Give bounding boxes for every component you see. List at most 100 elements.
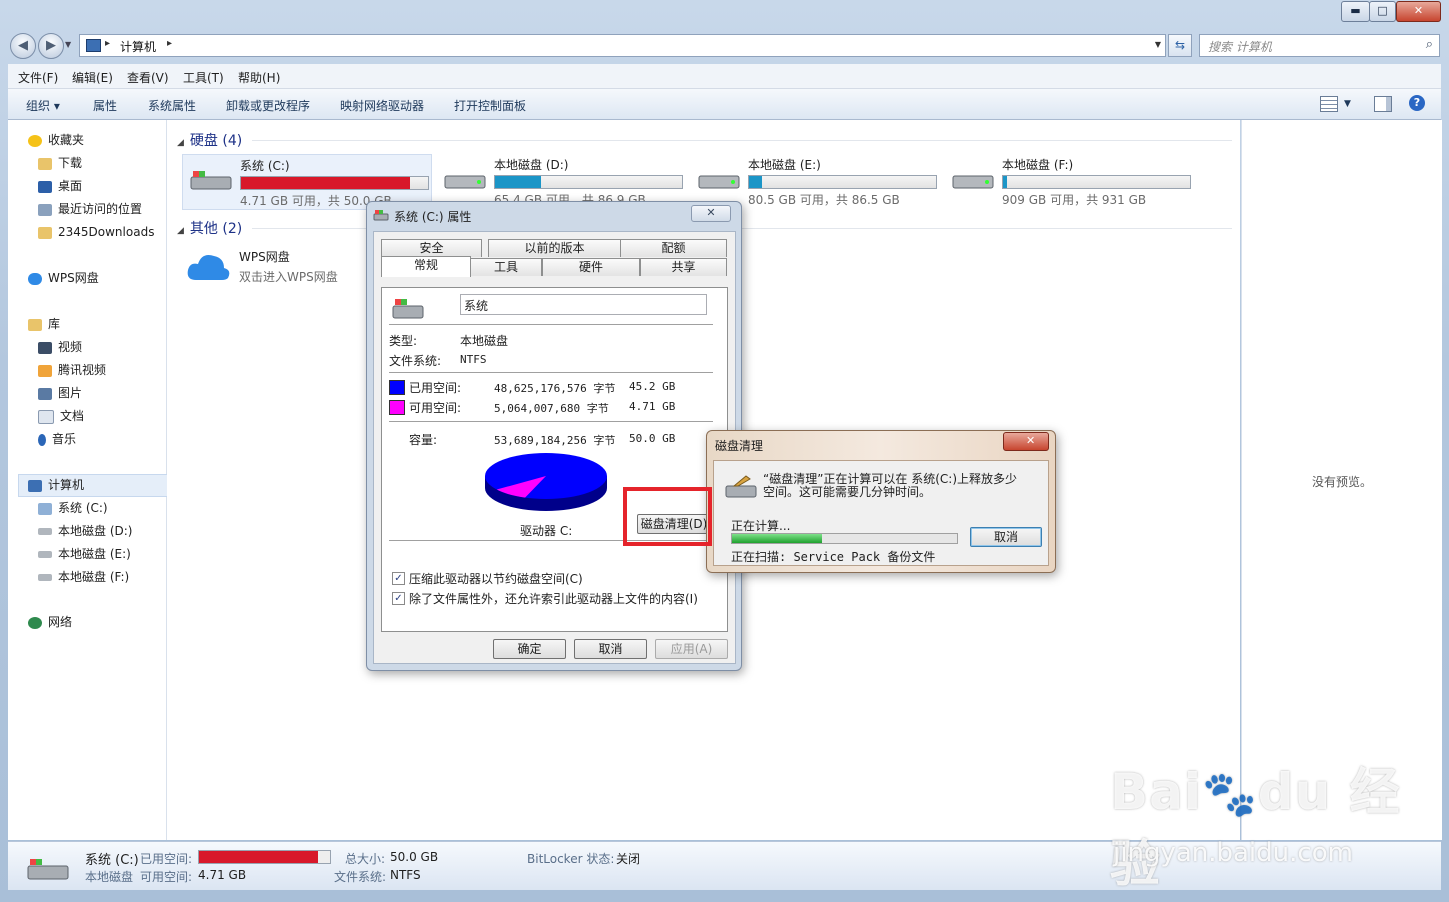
- help-icon[interactable]: ?: [1409, 95, 1425, 111]
- hard-drive-icon: [698, 175, 740, 189]
- details-fs-label: 文件系统:: [334, 870, 387, 884]
- group-divider: [252, 140, 1232, 141]
- view-dropdown-icon[interactable]: ▼: [1344, 99, 1351, 109]
- ok-button[interactable]: 确定: [493, 639, 566, 659]
- nav-drive-d[interactable]: 本地磁盘 (D:): [38, 521, 132, 541]
- search-icon[interactable]: ⌕: [1426, 37, 1433, 52]
- nav-2345downloads[interactable]: 2345Downloads: [38, 222, 154, 242]
- group-header-hdd[interactable]: ◢ 硬盘 (4): [177, 130, 242, 150]
- free-bytes: 5,064,007,680 字节: [494, 402, 609, 415]
- nav-recent-places[interactable]: 最近访问的位置: [38, 199, 142, 219]
- open-control-panel-button[interactable]: 打开控制面板: [454, 97, 526, 114]
- nav-videos[interactable]: 视频: [38, 337, 82, 357]
- tab-security[interactable]: 安全: [381, 239, 482, 257]
- properties-dialog: 系统 (C:) 属性 ✕ 安全 以前的版本 配额 常规 工具 硬件 共享 系统 …: [366, 201, 742, 671]
- details-used-label: 已用空间:: [140, 852, 193, 866]
- nav-downloads[interactable]: 下载: [38, 153, 82, 173]
- breadcrumb[interactable]: 计算机: [120, 38, 156, 55]
- tab-quota[interactable]: 配额: [620, 239, 727, 257]
- maximize-button[interactable]: □: [1369, 1, 1396, 22]
- cleanup-close-button[interactable]: ✕: [1003, 432, 1049, 451]
- nav-favorites[interactable]: 收藏夹: [28, 130, 84, 150]
- nav-tencent-video[interactable]: 腾讯视频: [38, 360, 106, 380]
- cancel-button[interactable]: 取消: [574, 639, 647, 659]
- cleanup-progress-bar: [731, 533, 958, 544]
- cleanup-cancel-button[interactable]: 取消: [970, 527, 1042, 547]
- back-button[interactable]: ◀: [10, 33, 36, 59]
- map-network-drive-button[interactable]: 映射网络驱动器: [340, 97, 424, 114]
- refresh-button[interactable]: ⇆: [1168, 34, 1192, 57]
- menu-edit[interactable]: 编辑(E): [72, 69, 113, 86]
- usage-bar: [1002, 175, 1191, 189]
- nav-drive-f[interactable]: 本地磁盘 (F:): [38, 567, 129, 587]
- disk-usage-pie: [485, 453, 607, 511]
- nav-drive-e[interactable]: 本地磁盘 (E:): [38, 544, 131, 564]
- downloads-folder-icon: [38, 157, 52, 170]
- search-input[interactable]: 搜索 计算机: [1208, 38, 1272, 55]
- tencent-video-icon: [38, 364, 52, 377]
- computer-icon: [28, 479, 42, 492]
- tab-previous-versions[interactable]: 以前的版本: [488, 239, 621, 257]
- dialog-close-button[interactable]: ✕: [691, 205, 731, 222]
- folder-icon: [38, 226, 52, 239]
- search-box[interactable]: 搜索 计算机 ⌕: [1199, 34, 1440, 57]
- apply-button[interactable]: 应用(A): [655, 639, 728, 659]
- free-color-swatch: [389, 400, 405, 415]
- collapse-icon: ◢: [177, 138, 184, 148]
- address-bar[interactable]: ▸ 计算机 ▸ ▼: [79, 34, 1166, 57]
- dialog-title: 系统 (C:) 属性: [394, 210, 472, 224]
- nav-computer[interactable]: 计算机: [28, 475, 84, 495]
- capacity-label: 容量:: [409, 433, 438, 447]
- disk-cleanup-icon: [725, 475, 757, 498]
- used-label: 已用空间:: [409, 381, 462, 395]
- fs-value: NTFS: [460, 353, 487, 366]
- pictures-icon: [38, 387, 52, 400]
- address-dropdown-icon[interactable]: ▼: [1155, 40, 1161, 49]
- system-drive-icon: [38, 502, 52, 515]
- view-options-icon[interactable]: [1320, 96, 1338, 112]
- annotation-highlight-box: [623, 487, 712, 546]
- details-usage-fill: [199, 851, 318, 863]
- history-dropdown-icon[interactable]: ▼: [65, 40, 71, 49]
- nav-music[interactable]: 音乐: [38, 429, 76, 449]
- computer-icon: [86, 39, 101, 52]
- preview-pane-icon[interactable]: [1374, 96, 1392, 112]
- tab-general[interactable]: 常规: [381, 256, 471, 277]
- tab-sharing[interactable]: 共享: [640, 258, 727, 276]
- used-color-swatch: [389, 380, 405, 395]
- nav-wps-cloud[interactable]: WPS网盘: [28, 268, 99, 288]
- menu-tools[interactable]: 工具(T): [183, 69, 224, 86]
- organize-button[interactable]: 组织 ▾: [26, 97, 60, 114]
- tab-tools[interactable]: 工具: [470, 258, 542, 276]
- nav-network[interactable]: 网络: [28, 612, 72, 632]
- minimize-button[interactable]: ▬: [1341, 1, 1370, 22]
- nav-pictures[interactable]: 图片: [38, 383, 82, 403]
- nav-drive-c[interactable]: 系统 (C:): [38, 498, 108, 518]
- scanning-status: 正在扫描: Service Pack 备份文件: [731, 550, 936, 564]
- uninstall-program-button[interactable]: 卸载或更改程序: [226, 97, 310, 114]
- wps-cloud-item[interactable]: WPS网盘 双击进入WPS网盘: [182, 246, 372, 300]
- nav-documents[interactable]: 文档: [38, 406, 84, 426]
- drive-f[interactable]: 本地磁盘 (F:) 909 GB 可用，共 931 GB: [945, 154, 1193, 208]
- tab-hardware[interactable]: 硬件: [542, 258, 640, 276]
- menu-view[interactable]: 查看(V): [127, 69, 169, 86]
- drive-d[interactable]: 本地磁盘 (D:) 65.4 GB 可用，共 86.9 GB: [437, 154, 685, 208]
- compress-checkbox[interactable]: ✓: [392, 572, 405, 585]
- system-properties-button[interactable]: 系统属性: [148, 97, 196, 114]
- drive-e[interactable]: 本地磁盘 (E:) 80.5 GB 可用，共 86.5 GB: [691, 154, 939, 208]
- volume-label-input[interactable]: 系统: [460, 294, 707, 315]
- type-label: 类型:: [389, 334, 418, 348]
- menu-help[interactable]: 帮助(H): [238, 69, 280, 86]
- breadcrumb-arrow-icon[interactable]: ▸: [167, 38, 172, 49]
- index-checkbox[interactable]: ✓: [392, 592, 405, 605]
- nav-library[interactable]: 库: [28, 314, 60, 334]
- menu-file[interactable]: 文件(F): [18, 69, 58, 86]
- group-header-other[interactable]: ◢ 其他 (2): [177, 218, 242, 238]
- close-button[interactable]: ✕: [1396, 1, 1441, 22]
- properties-button[interactable]: 属性: [93, 97, 117, 114]
- cleanup-progress-fill: [732, 534, 822, 543]
- breadcrumb-arrow-icon[interactable]: ▸: [105, 38, 110, 49]
- nav-desktop[interactable]: 桌面: [38, 176, 82, 196]
- general-tab-panel: 系统 类型: 本地磁盘 文件系统: NTFS 已用空间: 48,625,176,…: [381, 287, 728, 632]
- forward-button[interactable]: ▶: [38, 33, 64, 59]
